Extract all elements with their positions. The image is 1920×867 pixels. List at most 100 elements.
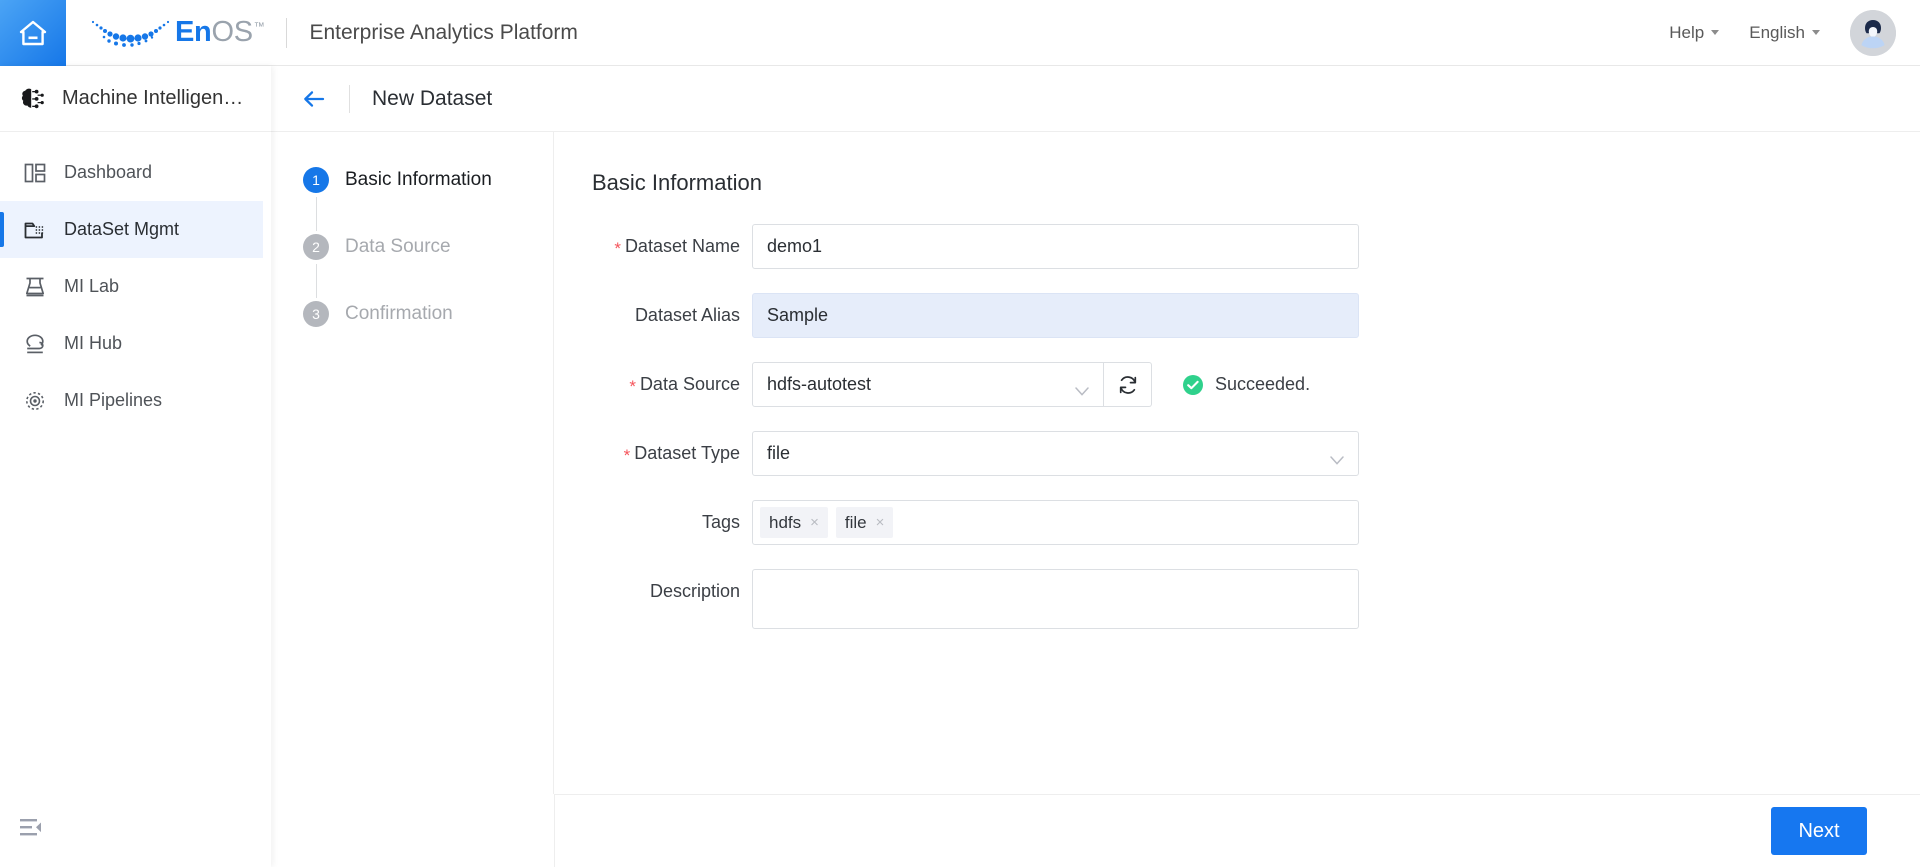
next-button[interactable]: Next: [1771, 807, 1867, 855]
step-confirmation[interactable]: 3 Confirmation: [271, 300, 553, 367]
page-header: New Dataset: [271, 66, 1920, 132]
dataset-alias-control: [752, 293, 1359, 338]
field-row-description: Description: [555, 569, 1920, 634]
top-bar-actions: Help English: [1669, 9, 1920, 56]
data-source-label: * Data Source: [555, 362, 752, 407]
close-icon[interactable]: ×: [810, 515, 819, 530]
step-number-badge: 2: [303, 234, 329, 260]
tag-chip[interactable]: hdfs ×: [760, 507, 828, 538]
label-text: Description: [649, 581, 740, 601]
brand-divider: [286, 17, 288, 48]
home-button[interactable]: [0, 0, 66, 66]
form-panel: Basic Information *Dataset Name Dataset …: [555, 132, 1920, 794]
form-footer: Next: [555, 794, 1920, 867]
close-icon[interactable]: ×: [876, 515, 885, 530]
back-button[interactable]: [301, 86, 327, 112]
step-data-source[interactable]: 2 Data Source: [271, 233, 553, 300]
sidebar-item-label: Dashboard: [64, 162, 153, 182]
sidebar-item-mi-lab[interactable]: MI Lab: [0, 258, 263, 315]
top-bar: EnOS™ Enterprise Analytics Platform Help…: [0, 0, 1920, 66]
field-row-dataset-name: * Dataset Name: [555, 224, 1920, 269]
data-source-refresh-button[interactable]: [1104, 362, 1152, 407]
step-label: Confirmation: [345, 303, 453, 324]
chevron-down-icon: [1330, 449, 1344, 465]
field-row-data-source: * Data Source hdfs-autotest Succeeded.: [555, 362, 1920, 407]
step-basic-information[interactable]: 1 Basic Information: [271, 166, 553, 233]
dataset-type-label: * Dataset Type: [555, 431, 752, 476]
step-label: Data Source: [345, 236, 451, 257]
sidebar-item-mi-hub[interactable]: MI Hub: [0, 315, 263, 372]
data-source-status-text: Succeeded.: [1215, 374, 1311, 394]
sidebar-item-label: MI Pipelines: [64, 390, 163, 410]
sidebar-item-dashboard[interactable]: Dashboard: [0, 144, 263, 201]
refresh-icon: [1119, 375, 1136, 394]
chevron-down-icon: [1812, 30, 1820, 35]
step-connector: [315, 264, 317, 298]
pipeline-gear-icon: [22, 388, 48, 414]
label-text: Tags: [701, 512, 740, 532]
sidebar-item-dataset-mgmt[interactable]: DataSet Mgmt: [0, 201, 263, 258]
dataset-alias-label: Dataset Alias: [555, 293, 752, 338]
dashboard-icon: [22, 160, 48, 186]
enos-wordmark: EnOS™: [175, 16, 265, 49]
language-menu[interactable]: English: [1749, 23, 1820, 43]
tag-label: file: [844, 512, 867, 532]
sidebar-app-header[interactable]: Machine Intelligen…: [0, 66, 271, 132]
field-row-dataset-type: * Dataset Type file: [555, 431, 1920, 476]
data-source-control: hdfs-autotest Succeeded.: [752, 362, 1310, 407]
platform-title: Enterprise Analytics Platform: [309, 20, 578, 44]
data-source-status: Succeeded.: [1182, 362, 1310, 407]
tags-label: Tags: [555, 500, 752, 545]
dataset-type-select[interactable]: file: [752, 431, 1359, 476]
dataset-type-control: file: [752, 431, 1359, 476]
sidebar-item-mi-pipelines[interactable]: MI Pipelines: [0, 372, 263, 429]
help-label: Help: [1669, 22, 1705, 42]
label-text: Dataset Name: [624, 236, 740, 256]
required-marker: *: [629, 377, 636, 396]
dataset-alias-input[interactable]: [752, 293, 1359, 338]
brain-circuit-icon: [18, 84, 48, 114]
dataset-type-value: file: [767, 443, 791, 463]
tag-label: hdfs: [769, 512, 802, 532]
label-text: Dataset Alias: [634, 305, 740, 325]
help-menu[interactable]: Help: [1669, 22, 1720, 43]
arrow-left-icon: [304, 90, 325, 107]
menu-fold-icon: [20, 819, 41, 836]
success-check-icon: [1182, 374, 1204, 396]
description-label: Description: [555, 569, 752, 614]
form-fields: *Dataset Name Dataset Alias *Data Source…: [555, 224, 1920, 634]
field-row-tags: Tags hdfs × file ×: [555, 500, 1920, 545]
data-source-value: hdfs-autotest: [767, 374, 872, 394]
page-header-divider: [349, 84, 350, 113]
avatar[interactable]: [1850, 9, 1896, 56]
sidebar-item-label: DataSet Mgmt: [64, 219, 180, 239]
step-label: Basic Information: [345, 169, 492, 190]
tags-input[interactable]: hdfs × file ×: [752, 500, 1359, 545]
required-marker: *: [623, 446, 631, 465]
sidebar-item-label: MI Lab: [64, 276, 120, 296]
enos-dot-mark: [91, 20, 170, 47]
description-control: [752, 569, 1359, 634]
sidebar-item-label: MI Hub: [64, 333, 123, 353]
hub-icon: [22, 331, 48, 357]
data-source-select[interactable]: hdfs-autotest: [752, 362, 1104, 407]
flask-icon: [22, 274, 48, 300]
chevron-down-icon: [1075, 380, 1089, 396]
footer-left-spacer: [271, 794, 555, 867]
page-title: New Dataset: [372, 86, 493, 110]
sidebar-collapse-button[interactable]: [20, 817, 46, 839]
user-avatar-icon: [1850, 9, 1896, 56]
folder-data-icon: [22, 217, 48, 243]
logo-text-os: OS: [211, 16, 253, 48]
label-text: Dataset Type: [634, 443, 740, 463]
description-textarea[interactable]: [752, 569, 1359, 629]
dataset-name-input[interactable]: [752, 224, 1359, 269]
logo-text-en: En: [175, 16, 212, 48]
dataset-name-label: * Dataset Name: [555, 224, 752, 269]
dataset-name-control: [752, 224, 1359, 269]
tags-control: hdfs × file ×: [752, 500, 1359, 545]
brand-area: EnOS™ Enterprise Analytics Platform: [66, 0, 578, 66]
sidebar-nav: Dashboard DataSet Mgmt MI Lab MI Hub MI …: [0, 132, 271, 429]
label-text: Data Source: [639, 374, 740, 394]
tag-chip[interactable]: file ×: [835, 507, 894, 538]
